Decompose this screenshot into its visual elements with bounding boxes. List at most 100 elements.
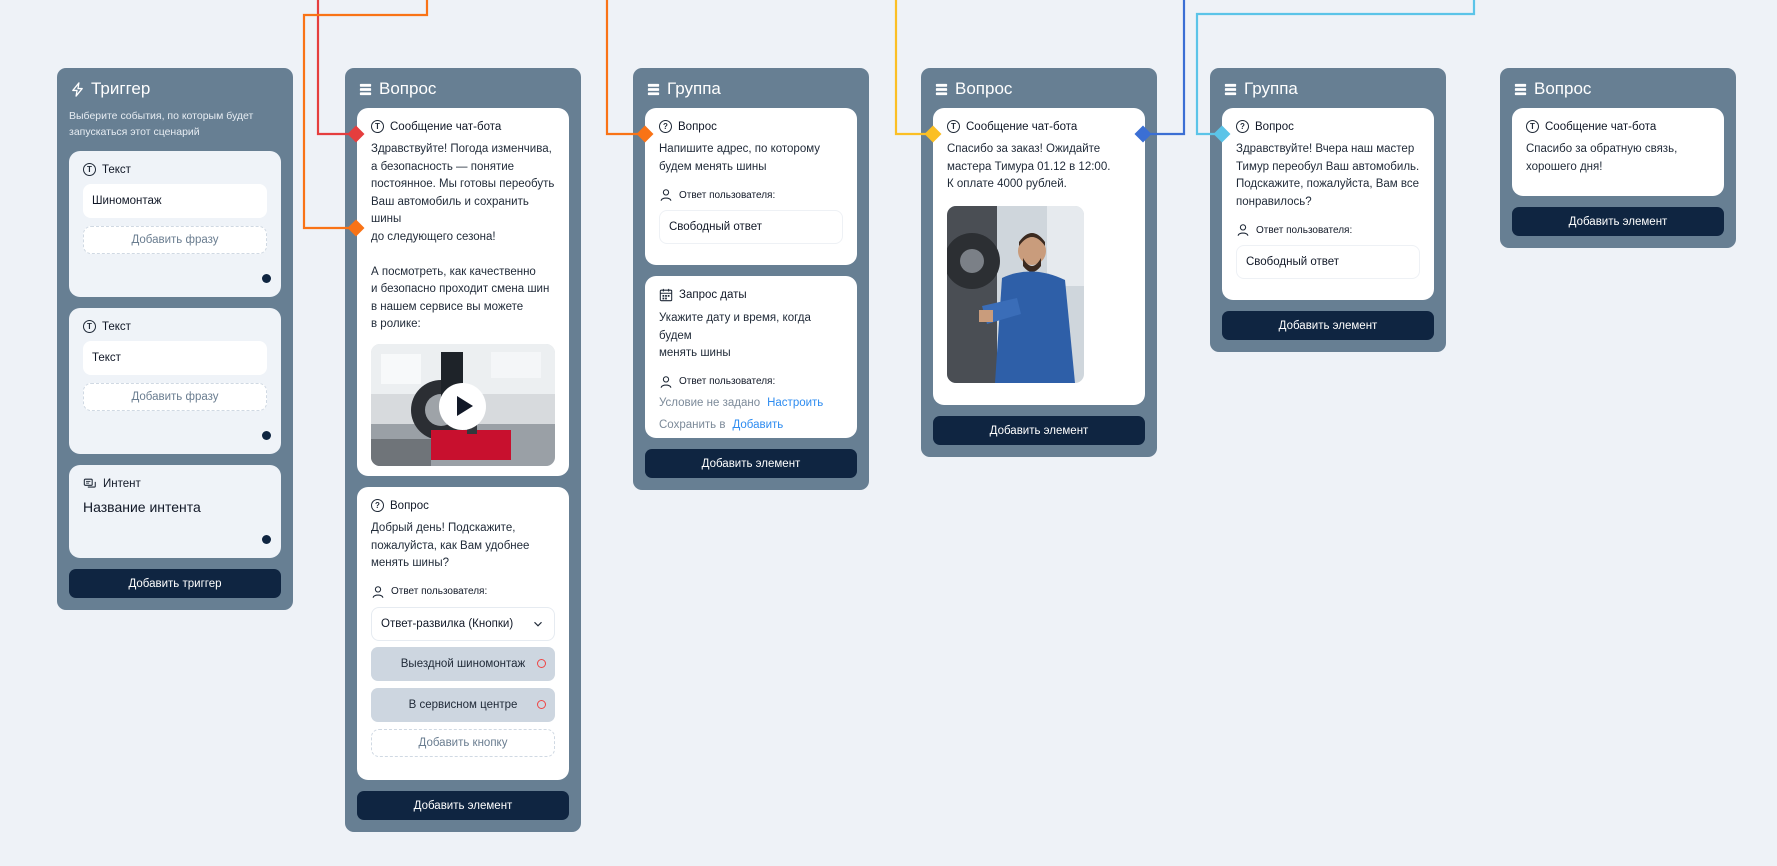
t-circle-icon: T [83,320,96,333]
bot-message-card: T Сообщение чат-бота Здравствуйте! Погод… [357,108,569,476]
option-label: Выездной шиномонтаж [400,657,526,670]
group-header: Группа [645,78,857,100]
answer-label: Ответ пользователя: [371,585,555,599]
message-text[interactable]: Здравствуйте! Погода изменчива, а безопа… [371,141,555,334]
add-element-button[interactable]: Добавить элемент [645,449,857,478]
card-label: Сообщение чат-бота [390,120,502,133]
answer-label: Ответ пользователя: [1236,223,1420,237]
answer-label-text: Ответ пользователя: [679,376,776,387]
option-port[interactable] [537,699,546,709]
video-thumbnail[interactable] [371,343,555,466]
trigger-text-card: T Текст Шиномонтаж Добавить фразу [69,151,281,297]
output-port[interactable] [262,431,271,440]
date-request-text[interactable]: Укажите дату и время, когда будем менять… [659,310,843,363]
t-circle-icon: T [371,120,384,133]
card-header: Запрос даты [659,288,843,302]
play-icon [456,396,473,416]
answer-label-text: Ответ пользователя: [679,189,776,201]
question-title: Вопрос [379,79,437,98]
question-header: Вопрос [357,78,569,100]
chat-bubbles-icon [83,478,96,488]
question-card: ? Вопрос Добрый день! Подскажите, пожалу… [357,487,569,780]
mechanic-photo [947,205,1084,383]
question-card: ? Вопрос Напишите адрес, по которому буд… [645,108,857,265]
chevron-down-icon [534,621,542,627]
add-phrase-button[interactable]: Добавить фразу [83,383,267,411]
add-variable-link[interactable]: Добавить [732,419,783,431]
card-label: Вопрос [1255,120,1294,133]
output-port[interactable] [262,535,271,544]
t-circle-icon: T [1526,120,1539,133]
group-column: Группа ? Вопрос Здравствуйте! Вчера наш … [1210,68,1446,352]
answer-label: Ответ пользователя: [659,188,843,202]
message-text[interactable]: Спасибо за заказ! Ожидайте мастера Тимур… [947,141,1131,194]
card-label: Сообщение чат-бота [966,120,1078,133]
card-header: T Сообщение чат-бота [371,120,555,133]
trigger-header: Триггер [69,78,281,100]
card-label: Текст [102,163,131,176]
play-button[interactable] [439,382,486,430]
card-header: T Сообщение чат-бота [1526,120,1710,133]
trigger-title: Триггер [91,79,151,98]
phrase-input[interactable]: Шиномонтаж [83,184,267,218]
question-text[interactable]: Добрый день! Подскажите, пожалуйста, как… [371,520,555,573]
save-row: Сохранить в Добавить [659,419,843,431]
card-header: ? Вопрос [371,499,555,512]
option-port[interactable] [537,658,546,668]
output-port[interactable] [262,274,271,283]
add-element-button[interactable]: Добавить элемент [1222,311,1434,340]
option-button[interactable]: В сервисном центре [371,687,555,722]
mechanic-image[interactable] [947,205,1084,383]
question-circle-icon: ? [1236,120,1249,133]
trigger-column: Триггер Выберите события, по которым буд… [57,68,293,610]
save-text: Сохранить в [659,418,726,431]
bot-message-card: T Сообщение чат-бота Спасибо за заказ! О… [933,108,1145,405]
question-column: Вопрос T Сообщение чат-бота Спасибо за з… [921,68,1157,457]
trigger-subtitle: Выберите события, по которым будет запус… [69,110,254,138]
question-header: Вопрос [1512,78,1724,100]
card-header: T Текст [83,320,267,333]
user-icon [660,189,672,201]
calendar-icon [659,288,673,302]
answer-type-select[interactable]: Ответ-развилка (Кнопки) [371,606,555,641]
card-header: T Сообщение чат-бота [947,120,1131,133]
card-label: Интент [103,478,141,490]
question-text[interactable]: Напишите адрес, по которому будем менять… [659,141,843,176]
add-trigger-button[interactable]: Добавить триггер [69,569,281,598]
user-icon [372,585,384,598]
stack-icon [1514,83,1527,95]
answer-label-text: Ответ пользователя: [1256,224,1353,236]
card-label: Вопрос [390,499,429,512]
option-button[interactable]: Выездной шиномонтаж [371,646,555,681]
add-element-button[interactable]: Добавить элемент [1512,207,1724,236]
group-header: Группа [1222,78,1434,100]
question-text[interactable]: Здравствуйте! Вчера наш мастер Тимур пер… [1236,141,1420,211]
message-text[interactable]: Спасибо за обратную связь, хорошего дня! [1526,141,1710,176]
stack-icon [935,83,948,95]
answer-field[interactable]: Свободный ответ [1236,245,1420,279]
configure-link[interactable]: Настроить [767,397,823,409]
add-button-button[interactable]: Добавить кнопку [371,728,555,757]
card-label: Сообщение чат-бота [1545,120,1657,133]
add-element-button[interactable]: Добавить элемент [933,416,1145,445]
answer-type-value: Ответ-развилка (Кнопки) [381,617,514,630]
add-phrase-button[interactable]: Добавить фразу [83,226,267,254]
stack-icon [1224,83,1237,95]
question-circle-icon: ? [659,120,672,133]
bot-message-card: T Сообщение чат-бота Спасибо за обратную… [1512,108,1724,196]
stack-icon [359,83,372,95]
answer-label: Ответ пользователя: [659,375,843,389]
add-element-button[interactable]: Добавить элемент [357,791,569,820]
question-title: Вопрос [1534,79,1592,98]
answer-field[interactable]: Свободный ответ [659,210,843,244]
question-title: Вопрос [955,79,1013,98]
question-card: ? Вопрос Здравствуйте! Вчера наш мастер … [1222,108,1434,300]
intent-name[interactable]: Название интента [83,499,267,515]
phrase-input[interactable]: Текст [83,341,267,375]
question-header: Вопрос [933,78,1145,100]
question-circle-icon: ? [371,499,384,512]
group-title: Группа [667,79,721,98]
question-column: Вопрос T Сообщение чат-бота Здравствуйте… [345,68,581,832]
t-circle-icon: T [83,163,96,176]
condition-row: Условие не задано Настроить [659,397,843,409]
